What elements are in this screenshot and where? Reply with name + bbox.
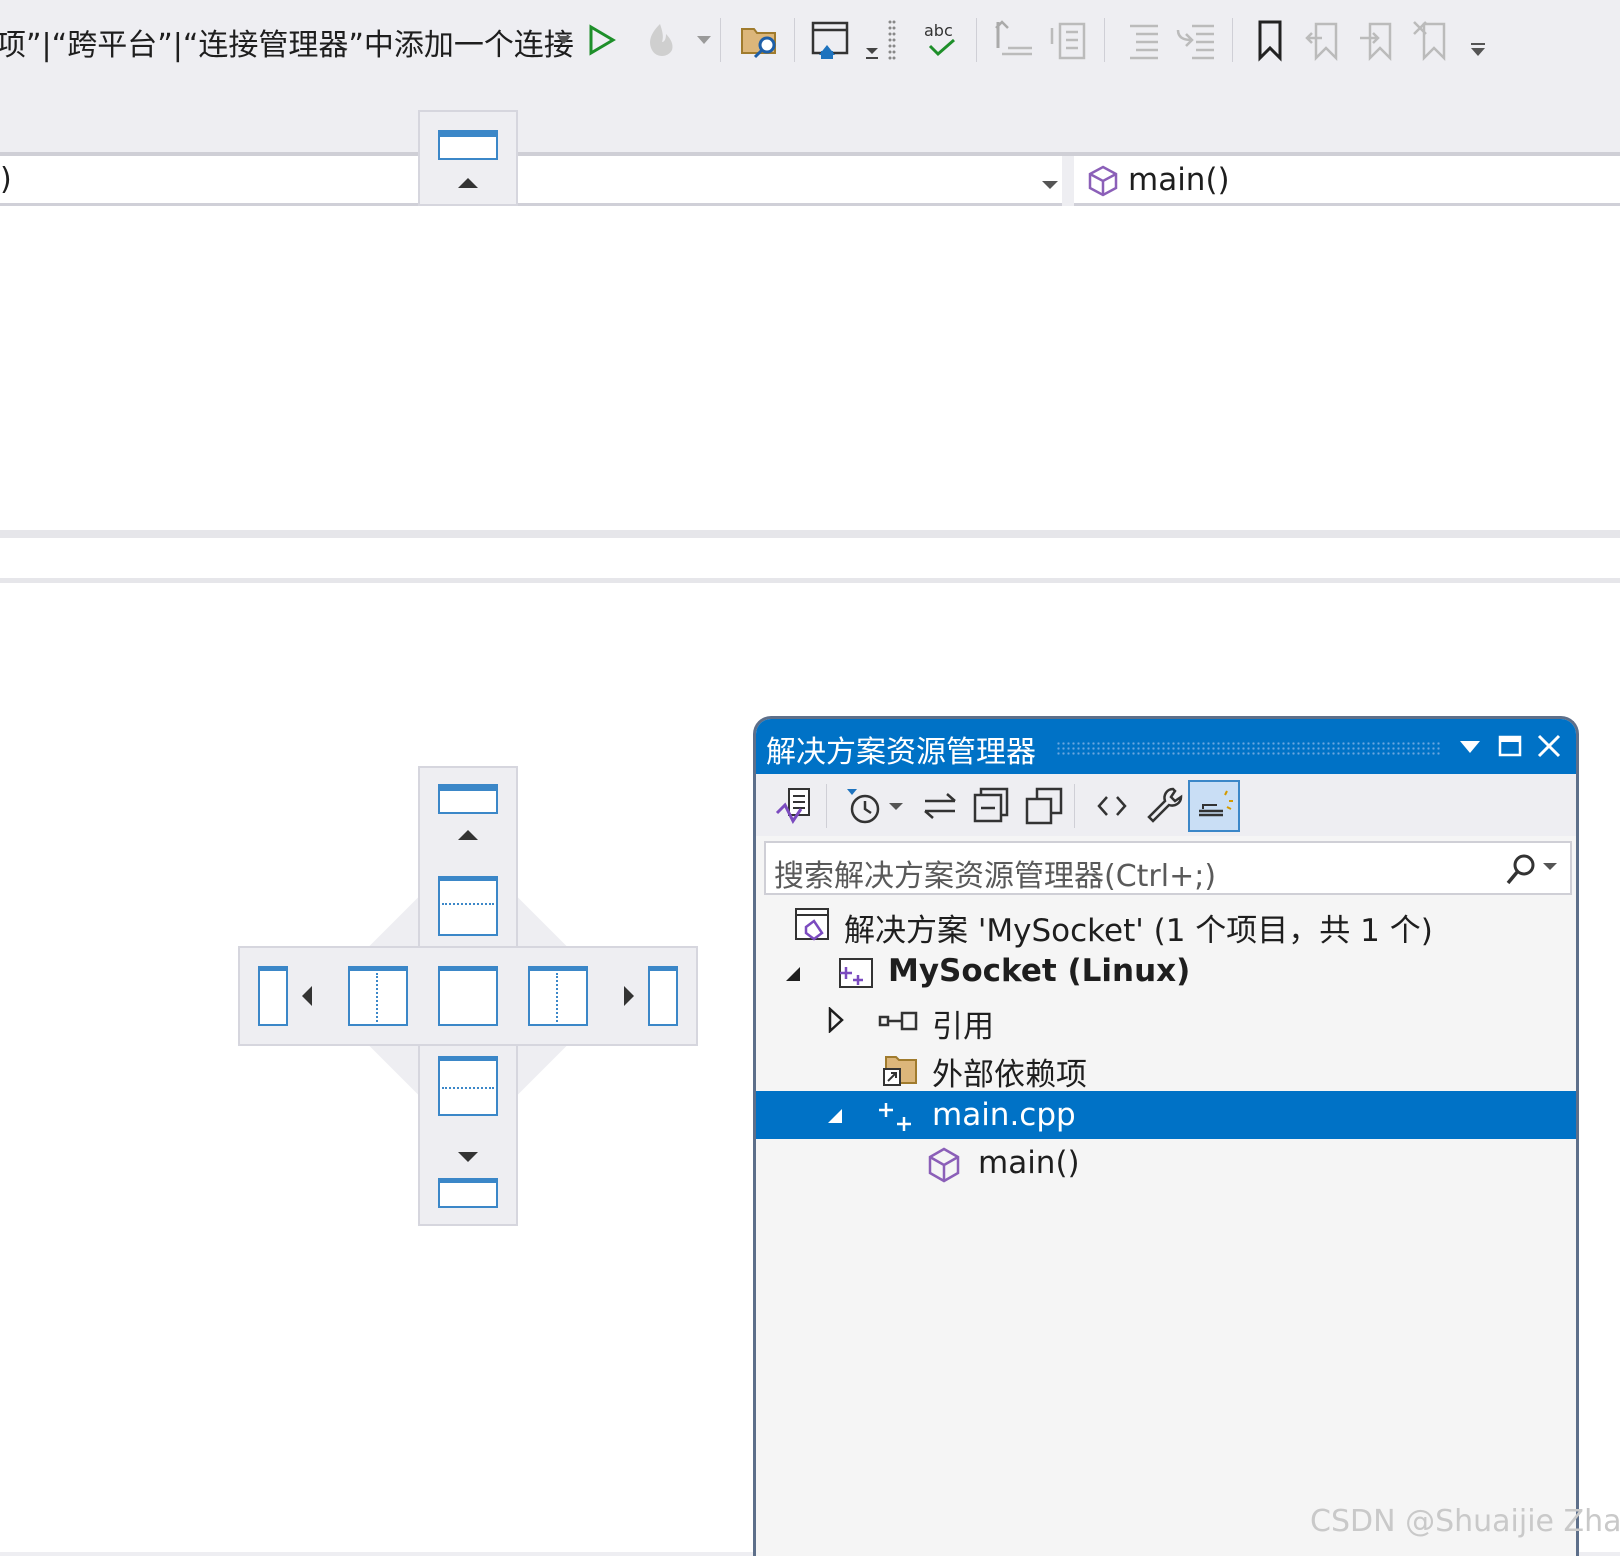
collapse-all-icon[interactable] [968,782,1016,830]
clear-bookmarks-icon[interactable] [1408,16,1456,64]
comment-icon[interactable] [990,16,1038,64]
dock-left-outer-button[interactable] [258,966,288,1026]
tree-row-external-deps[interactable]: 外部依赖项 [756,1043,1576,1093]
arrow-right-icon [624,986,634,1006]
drag-grip[interactable] [1056,741,1441,755]
dock-guide-top-outer[interactable] [418,110,518,206]
arrow-left-icon [302,986,312,1006]
preview-selected-items-icon[interactable] [1188,780,1240,832]
toolbar-separator [1104,18,1105,62]
show-all-files-icon[interactable] [1020,782,1068,830]
code-editor[interactable] [0,206,1620,530]
prev-bookmark-icon[interactable] [1300,16,1348,64]
outdent-icon[interactable] [1172,16,1220,64]
tree-row-project[interactable]: MySocket (Linux) [756,947,1576,995]
maximize-icon[interactable] [1496,733,1524,765]
window-menu-icon[interactable] [1456,733,1484,765]
tree-label: 解决方案 'MySocket' (1 个项目，共 1 个) [844,913,1433,949]
watermark: CSDN @Shuaijie Zhao [1310,1504,1620,1539]
close-icon[interactable] [1534,731,1564,765]
sync-with-active-document-icon[interactable] [916,782,964,830]
more-icon[interactable] [1454,16,1502,64]
solution-explorer-titlebar[interactable]: 解决方案资源管理器 [756,719,1576,774]
tree-label: 外部依赖项 [932,1057,1087,1093]
toolbar-separator [1074,784,1075,828]
spell-check-icon[interactable]: abc [916,16,964,64]
next-bookmark-icon[interactable] [1354,16,1402,64]
toolbar-separator [826,784,827,828]
member-dropdown-text[interactable]: main() [1128,162,1230,198]
find-in-files-icon[interactable] [736,16,784,64]
tree-row-main-cpp[interactable]: main.cpp [756,1091,1576,1139]
search-options-dropdown-icon[interactable] [1540,857,1560,881]
external-deps-icon [880,1049,920,1087]
toolbar-separator [976,18,977,62]
dock-center-button[interactable] [438,966,498,1026]
dock-top-inner-button[interactable] [438,876,498,936]
tree-row-references[interactable]: 引用 [756,995,1576,1045]
home-window-icon[interactable] [806,16,854,64]
arrow-up-icon [458,178,478,188]
nav-divider [1062,156,1074,206]
switch-views-icon[interactable] [770,782,818,830]
expanded-triangle-icon[interactable] [784,965,804,989]
collapsed-triangle-icon[interactable] [826,1006,846,1037]
dock-window-icon [438,130,498,160]
hot-reload-icon[interactable] [636,16,684,64]
bookmark-icon[interactable] [1246,16,1294,64]
cpp-file-icon [878,1097,918,1135]
method-icon [1086,164,1120,202]
method-icon [926,1145,966,1183]
search-placeholder[interactable]: 搜索解决方案资源管理器(Ctrl+;) [774,851,1216,895]
indent-icon[interactable] [1118,16,1166,64]
chevron-down-icon[interactable] [1040,175,1060,199]
tree-row-main-function[interactable]: main() [756,1139,1576,1187]
tree-label: main() [978,1145,1080,1181]
tree-label: MySocket (Linux) [888,953,1191,989]
editor-strip [0,538,1620,578]
tree-label: 引用 [932,1009,994,1045]
dock-right-inner-button[interactable] [528,966,588,1026]
scope-dropdown-text[interactable]: ) [0,162,12,197]
dropdown-arrow-icon[interactable] [884,782,908,830]
tree-row-solution[interactable]: 解决方案 'MySocket' (1 个项目，共 1 个) [756,899,1576,949]
properties-wrench-icon[interactable] [1140,782,1188,830]
solution-explorer-search-box[interactable]: 搜索解决方案资源管理器(Ctrl+;) [764,841,1572,895]
solution-icon [792,905,832,943]
splitter[interactable] [0,530,1620,538]
arrow-down-icon [458,1152,478,1162]
start-icon[interactable] [576,16,624,64]
toolbar-separator [794,18,795,62]
expanded-triangle-icon[interactable] [826,1107,846,1131]
dock-right-outer-button[interactable] [648,966,678,1026]
search-icon[interactable] [1504,851,1540,891]
dock-left-inner-button[interactable] [348,966,408,1026]
tree-label: main.cpp [932,1097,1076,1133]
toolbar-separator [720,18,721,62]
view-code-icon[interactable] [1088,782,1136,830]
arrow-up-icon [458,830,478,840]
dock-bottom-inner-button[interactable] [438,1056,498,1116]
overflow-icon[interactable] [856,16,904,64]
main-toolbar: 项”|“跨平台”|“连接管理器”中添加一个连接 abc [0,0,1620,152]
dock-top-outer-button[interactable] [438,784,498,814]
uncomment-icon[interactable] [1044,16,1092,64]
svg-text:abc: abc [924,21,953,40]
navigation-bar [0,152,1620,206]
connection-hint-text: 项”|“跨平台”|“连接管理器”中添加一个连接 [0,28,574,63]
pending-changes-filter-icon[interactable] [840,782,888,830]
toolbar-separator [1232,18,1233,62]
dock-bottom-outer-button[interactable] [438,1178,498,1208]
solution-explorer-window[interactable]: 解决方案资源管理器 搜索解决方案资源管理器(Ctrl+;) 解决方案 'MySo… [753,716,1579,1556]
solution-explorer-toolbar [756,774,1576,836]
cpp-project-icon [836,953,876,991]
solution-explorer-title: 解决方案资源管理器 [766,735,1036,770]
references-icon [878,1001,918,1039]
dock-guide-cross [238,766,698,1226]
